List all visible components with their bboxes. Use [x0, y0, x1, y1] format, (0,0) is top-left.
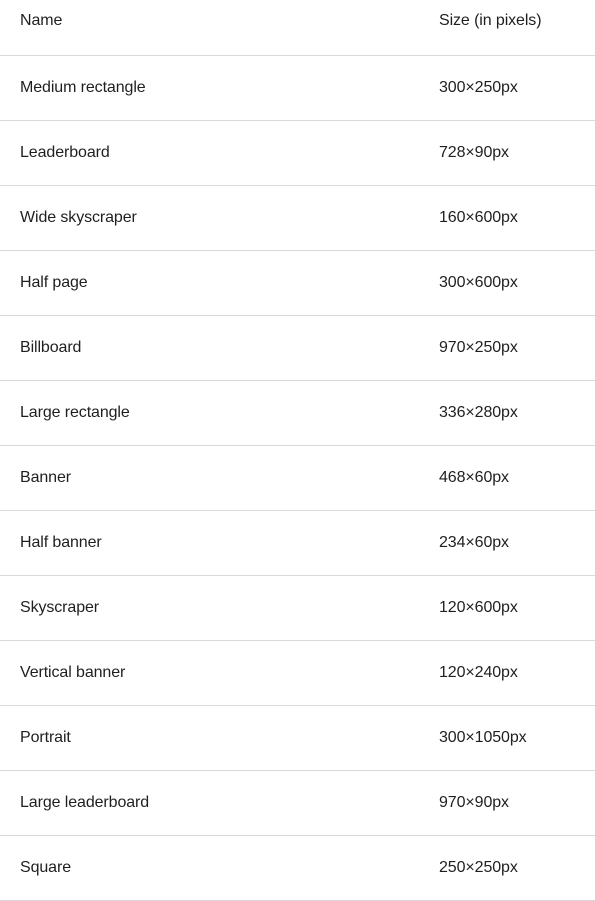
ad-size-cell: 300×1050px	[439, 729, 527, 746]
table-row: Portrait 300×1050px	[0, 706, 595, 771]
column-header-name: Name	[20, 12, 63, 29]
ad-name-cell: Skyscraper	[20, 599, 100, 616]
ad-size-cell: 120×240px	[439, 664, 518, 681]
table-row: Medium rectangle 300×250px	[0, 56, 595, 121]
ad-size-cell: 728×90px	[439, 144, 509, 161]
ad-size-cell: 160×600px	[439, 209, 518, 226]
table-row: Square 250×250px	[0, 836, 595, 901]
ad-size-cell: 120×600px	[439, 599, 518, 616]
ad-size-cell: 468×60px	[439, 469, 509, 486]
table-row: Half page 300×600px	[0, 251, 595, 316]
column-header-size: Size (in pixels)	[439, 12, 542, 29]
table-row: Billboard 970×250px	[0, 316, 595, 381]
table-row: Wide skyscraper 160×600px	[0, 186, 595, 251]
ad-name-cell: Vertical banner	[20, 664, 126, 681]
ad-size-cell: 970×250px	[439, 339, 518, 356]
ad-size-cell: 300×250px	[439, 79, 518, 96]
ad-size-cell: 234×60px	[439, 534, 509, 551]
ad-name-cell: Large leaderboard	[20, 794, 150, 811]
ad-name-cell: Wide skyscraper	[20, 209, 137, 226]
ad-name-cell: Large rectangle	[20, 404, 130, 421]
table-header-row: Name Size (in pixels)	[0, 0, 595, 56]
ad-size-cell: 300×600px	[439, 274, 518, 291]
table-row: Large leaderboard 970×90px	[0, 771, 595, 836]
ad-name-cell: Banner	[20, 469, 71, 486]
ad-name-cell: Leaderboard	[20, 144, 110, 161]
table-row: Half banner 234×60px	[0, 511, 595, 576]
ad-name-cell: Half page	[20, 274, 88, 291]
ad-name-cell: Medium rectangle	[20, 79, 146, 96]
ad-name-cell: Billboard	[20, 339, 82, 356]
table-row: Large rectangle 336×280px	[0, 381, 595, 446]
table-row: Leaderboard 728×90px	[0, 121, 595, 186]
table-row: Skyscraper 120×600px	[0, 576, 595, 641]
ad-size-cell: 336×280px	[439, 404, 518, 421]
ad-size-cell: 970×90px	[439, 794, 509, 811]
table-row: Vertical banner 120×240px	[0, 641, 595, 706]
ad-name-cell: Square	[20, 859, 71, 876]
table-row: Banner 468×60px	[0, 446, 595, 511]
ad-name-cell: Half banner	[20, 534, 102, 551]
ad-name-cell: Portrait	[20, 729, 71, 746]
ad-sizes-table: Name Size (in pixels) Medium rectangle 30…	[0, 0, 595, 901]
table-body: Medium rectangle 300×250px Leaderboard 728×…	[0, 56, 595, 901]
ad-size-cell: 250×250px	[439, 859, 518, 876]
